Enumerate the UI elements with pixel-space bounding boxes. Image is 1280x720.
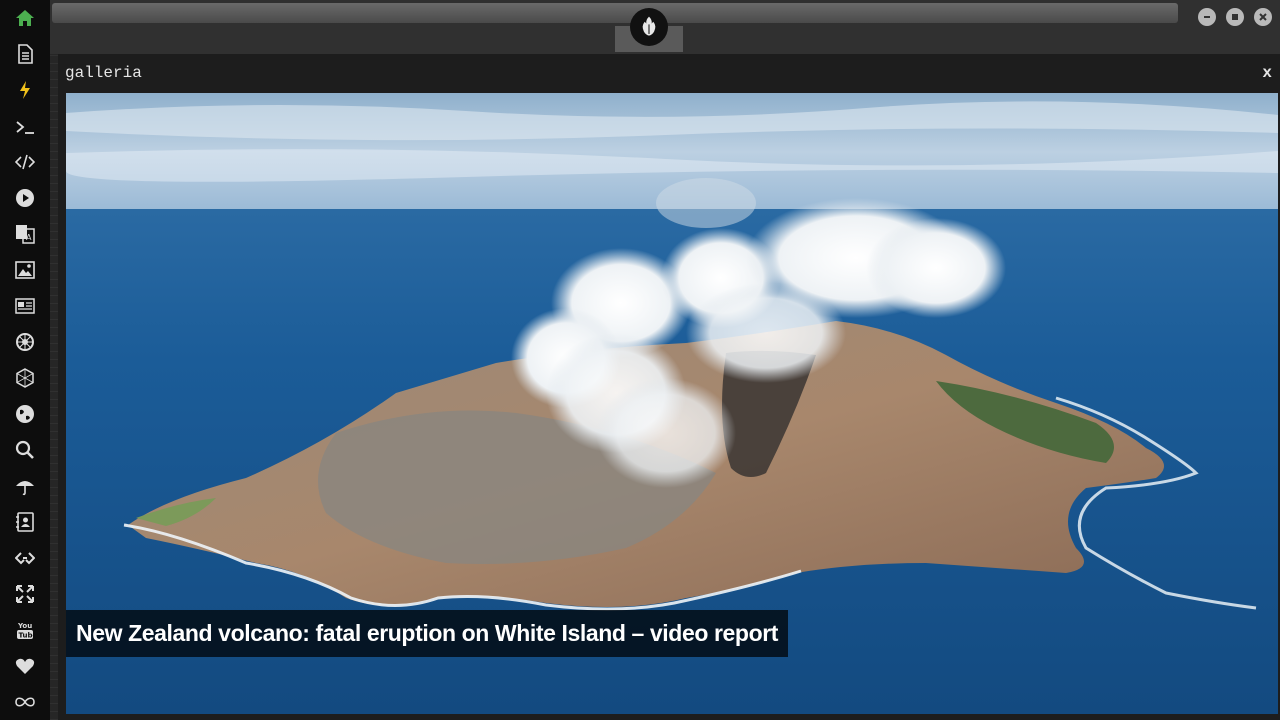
play-icon[interactable] <box>13 186 37 210</box>
minimize-button[interactable] <box>1198 8 1216 26</box>
window-title: galleria <box>65 64 142 82</box>
translate-icon[interactable]: A <box>13 222 37 246</box>
rebel-alliance-logo-icon <box>630 8 668 46</box>
close-app-button[interactable] <box>1254 8 1272 26</box>
image-icon[interactable] <box>13 258 37 282</box>
lightning-icon[interactable] <box>13 78 37 102</box>
contact-card-icon[interactable] <box>13 510 37 534</box>
news-icon[interactable] <box>13 294 37 318</box>
image-caption: New Zealand volcano: fatal eruption on W… <box>66 610 789 657</box>
terminal-icon[interactable] <box>13 115 37 139</box>
svg-text:A: A <box>26 233 32 242</box>
sidebar-divider <box>50 0 58 720</box>
svg-text:Tube: Tube <box>19 632 36 640</box>
svg-text:You: You <box>17 622 32 630</box>
maximize-button[interactable] <box>1226 8 1244 26</box>
sidebar: A You Tube <box>0 0 50 720</box>
code-icon[interactable] <box>13 150 37 174</box>
document-icon[interactable] <box>13 42 37 66</box>
heart-icon[interactable] <box>13 654 37 678</box>
search-icon[interactable] <box>13 438 37 462</box>
umbrella-icon[interactable] <box>13 474 37 498</box>
fullscreen-icon[interactable] <box>13 582 37 606</box>
close-window-button[interactable]: x <box>1262 64 1272 82</box>
globe-icon[interactable] <box>13 402 37 426</box>
infinity-icon[interactable] <box>13 690 37 714</box>
home-icon[interactable] <box>13 6 37 30</box>
settings-gear-icon[interactable] <box>13 330 37 354</box>
hexagon-icon[interactable] <box>13 366 37 390</box>
address-bar[interactable] <box>52 3 1178 23</box>
chain-link-icon[interactable] <box>13 546 37 570</box>
youtube-icon[interactable]: You Tube <box>13 618 37 642</box>
